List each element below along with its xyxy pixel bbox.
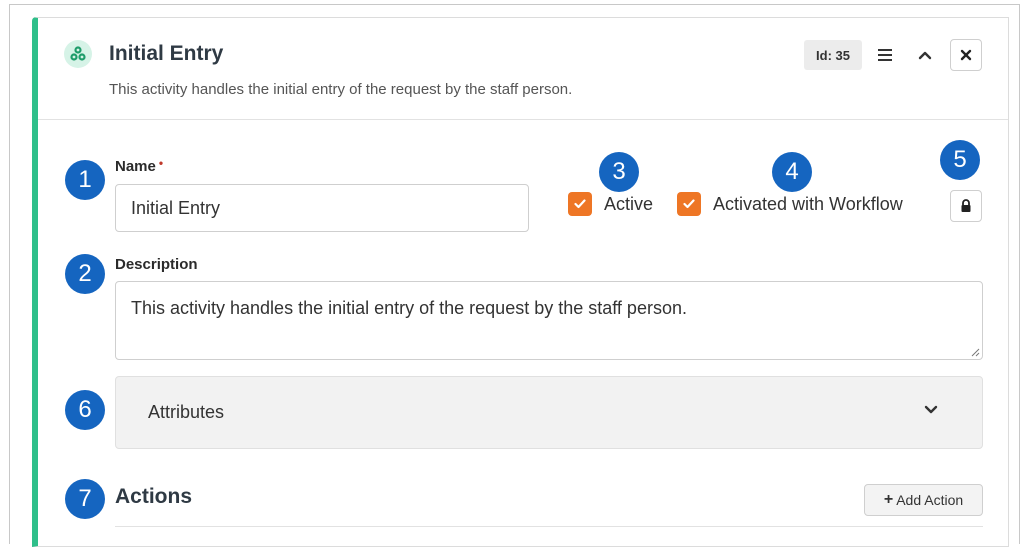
callout-1: 1 [65, 160, 105, 200]
activity-panel: Initial Entry This activity handles the … [32, 17, 1009, 547]
actions-divider [115, 526, 983, 527]
delete-activity-button[interactable] [950, 39, 982, 71]
add-action-label: Add Action [896, 492, 964, 508]
callout-5: 5 [940, 140, 980, 180]
lock-icon [961, 199, 971, 212]
activity-type-icon [64, 40, 92, 68]
activity-subtitle: This activity handles the initial entry … [109, 81, 573, 98]
callout-6: 6 [65, 390, 105, 430]
active-checkbox[interactable] [568, 192, 592, 216]
resize-grip-icon[interactable] [970, 347, 980, 357]
active-checkbox-group[interactable]: Active [568, 192, 653, 216]
callout-7: 7 [65, 479, 105, 519]
hamburger-icon [878, 49, 892, 61]
activated-with-workflow-checkbox[interactable] [677, 192, 701, 216]
activity-title: Initial Entry [109, 42, 224, 65]
actions-title: Actions [115, 485, 193, 508]
cluster-icon [70, 46, 86, 61]
id-badge: Id: 35 [804, 40, 862, 70]
description-textarea[interactable]: This activity handles the initial entry … [115, 281, 983, 360]
activated-with-workflow-label: Activated with Workflow [713, 193, 903, 214]
active-label: Active [604, 193, 654, 214]
chevron-up-icon [918, 51, 932, 60]
reorder-menu-button[interactable] [870, 40, 900, 70]
checkmark-icon [574, 199, 586, 209]
checkmark-icon [683, 199, 695, 209]
required-marker: • [158, 156, 164, 170]
activity-header[interactable]: Initial Entry This activity handles the … [38, 18, 1008, 120]
activated-checkbox-group[interactable]: Activated with Workflow [677, 192, 903, 216]
name-input[interactable] [115, 184, 529, 232]
callout-3: 3 [599, 152, 639, 192]
collapse-button[interactable] [910, 40, 940, 70]
attributes-label: Attributes [148, 402, 225, 422]
attributes-panel[interactable]: Attributes [115, 376, 983, 449]
description-label: Description [115, 256, 198, 273]
name-label-text: Name [115, 158, 156, 175]
add-action-button[interactable]: + Add Action [864, 484, 983, 516]
chevron-down-icon [924, 405, 938, 414]
name-label: Name • [115, 156, 164, 175]
callout-4: 4 [772, 152, 812, 192]
security-button[interactable] [950, 190, 982, 222]
callout-2: 2 [65, 254, 105, 294]
plus-icon: + [883, 491, 894, 508]
close-icon [960, 49, 972, 61]
